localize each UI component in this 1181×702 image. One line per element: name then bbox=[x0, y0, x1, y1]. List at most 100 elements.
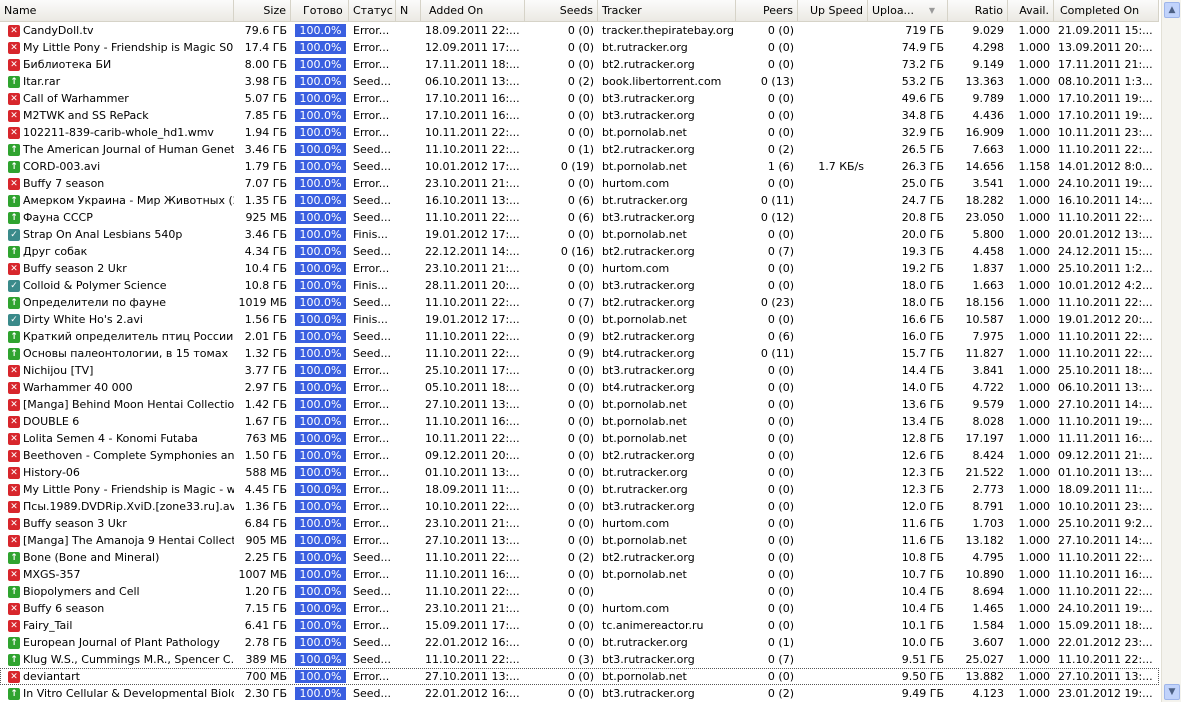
table-row[interactable]: ↑Краткий определитель птиц России и ...1… bbox=[0, 328, 1159, 345]
column-header-ratio[interactable]: Ratio bbox=[948, 0, 1008, 21]
cell-tracker: bt2.rutracker.org bbox=[602, 245, 695, 258]
progress-bar: 100.0% bbox=[295, 245, 346, 258]
cell-size: 1.94 ГБ bbox=[244, 126, 287, 139]
column-header-peers[interactable]: Peers bbox=[736, 0, 798, 21]
scroll-down-button[interactable]: ▼ bbox=[1164, 684, 1180, 700]
table-row[interactable]: ✕ [Manga] The Amanoja 9 Hentai Collection… bbox=[0, 532, 1159, 549]
column-header-tracker[interactable]: Tracker bbox=[598, 0, 736, 21]
column-header-completed-on[interactable]: Completed On bbox=[1054, 0, 1159, 21]
cell-name: European Journal of Plant Pathology bbox=[23, 636, 220, 649]
table-row[interactable]: ↑ CORD-003.avi 100.0% 1.79 ГБ Seed... 10.01.2… bbox=[0, 158, 1159, 175]
cell-seeds: 0 (0) bbox=[567, 687, 594, 700]
column-header-added-on[interactable]: Added On bbox=[421, 0, 525, 21]
cell-status: Error... bbox=[353, 670, 390, 683]
table-row[interactable]: ↑ Фауна СССР 100.0% 925 МБ Seed... 11.10.2011… bbox=[0, 209, 1159, 226]
table-row[interactable]: ✕ MXGS-357 100.0% 1007 МБ Error... 11.10.2011… bbox=[0, 566, 1159, 583]
cell-up-speed bbox=[798, 362, 868, 379]
table-row[interactable]: ↑ The American Journal of Human Genetics 1… bbox=[0, 141, 1159, 158]
cell-peers: 0 (1) bbox=[767, 636, 794, 649]
table-row[interactable]: ✓ Dirty White Ho's 2.avi 100.0% 1.56 ГБ Fini… bbox=[0, 311, 1159, 328]
table-row[interactable]: ✕ Nichijou [TV] 100.0% 3.77 ГБ Error... 25.10… bbox=[0, 362, 1159, 379]
scroll-up-button[interactable]: ▲ bbox=[1164, 2, 1180, 18]
cell-uploaded: 12.8 ГБ bbox=[901, 432, 944, 445]
cell-up-speed bbox=[798, 481, 868, 498]
table-row[interactable]: ✕ Псы.1989.DVDRip.XviD.[zone33.ru].avi 100… bbox=[0, 498, 1159, 515]
table-row[interactable]: ✕ My Little Pony - Friendship is Magic S0… bbox=[0, 39, 1159, 56]
cell-ratio: 2.773 bbox=[972, 483, 1005, 496]
table-row[interactable]: ✕ History-06 100.0% 588 МБ Error... 01.10.201… bbox=[0, 464, 1159, 481]
cell-avail: 1.000 bbox=[1018, 568, 1051, 581]
cell-added-on: 15.09.2011 17:... bbox=[425, 619, 520, 632]
table-row[interactable]: ✓ Strap On Anal Lesbians 540p 100.0% 3.46 Г… bbox=[0, 226, 1159, 243]
cell-uploaded: 10.8 ГБ bbox=[901, 551, 944, 564]
cell-up-speed bbox=[798, 651, 868, 668]
table-row[interactable]: ↑In Vitro Cellular & Developmental Biolo… bbox=[0, 685, 1159, 702]
table-row[interactable]: ✕ CandyDoll.tv 100.0% 79.6 ГБ Error... 18.09.… bbox=[0, 22, 1159, 39]
progress-bar: 100.0% bbox=[295, 330, 346, 343]
cell-avail: 1.000 bbox=[1018, 653, 1051, 666]
cell-completed-on: 10.01.2012 4:2... bbox=[1058, 279, 1153, 292]
cell-tracker: bt.rutracker.org bbox=[602, 466, 688, 479]
cell-ratio: 7.975 bbox=[972, 330, 1005, 343]
cell-added-on: 23.10.2011 21:... bbox=[425, 262, 520, 275]
cell-peers: 0 (0) bbox=[767, 41, 794, 54]
cell-name: Biopolymers and Cell bbox=[23, 585, 140, 598]
table-row[interactable]: ✕ Buffy season 2 Ukr 100.0% 10.4 ГБ Error...… bbox=[0, 260, 1159, 277]
table-row[interactable]: ✕ Lolita Semen 4 - Konomi Futaba 100.0% 763… bbox=[0, 430, 1159, 447]
cell-added-on: 06.10.2011 13:... bbox=[425, 75, 520, 88]
cell-seeds: 0 (16) bbox=[560, 245, 594, 258]
cell-avail: 1.000 bbox=[1018, 602, 1051, 615]
table-row[interactable]: ✕ Buffy season 3 Ukr 100.0% 6.84 ГБ Error...… bbox=[0, 515, 1159, 532]
table-row[interactable]: ↑ European Journal of Plant Pathology 100.… bbox=[0, 634, 1159, 651]
table-row[interactable]: ✕ My Little Pony - Friendship is Magic - … bbox=[0, 481, 1159, 498]
table-row[interactable]: ✕ 102211-839-carib-whole_hd1.wmv 100.0% 1.9… bbox=[0, 124, 1159, 141]
column-header-size[interactable]: Size bbox=[234, 0, 291, 21]
cell-status: Error... bbox=[353, 466, 390, 479]
table-row[interactable]: ✕ [Manga] Behind Moon Hentai Collection 10… bbox=[0, 396, 1159, 413]
table-row[interactable]: ↑ Itar.rar 100.0% 3.98 ГБ Seed... 06.10.2011 … bbox=[0, 73, 1159, 90]
cell-avail: 1.158 bbox=[1018, 160, 1051, 173]
table-row[interactable]: ✕ Библиотека БИ 100.0% 8.00 ГБ Error... 17.11… bbox=[0, 56, 1159, 73]
column-header-status[interactable]: Статус bbox=[349, 0, 396, 21]
cell-avail: 1.000 bbox=[1018, 585, 1051, 598]
table-row[interactable]: ↑ Bone (Bone and Mineral) 100.0% 2.25 ГБ See… bbox=[0, 549, 1159, 566]
cell-size: 700 МБ bbox=[245, 670, 287, 683]
table-row[interactable]: ↑ Определители по фауне 100.0% 1019 МБ Seed.… bbox=[0, 294, 1159, 311]
table-row[interactable]: ✕ DOUBLE 6 100.0% 1.67 ГБ Error... 11.10.2011… bbox=[0, 413, 1159, 430]
cell-added-on: 18.09.2011 11:... bbox=[425, 483, 520, 496]
cell-uploaded: 9.50 ГБ bbox=[901, 670, 944, 683]
table-row[interactable]: ✕ M2TWK and SS RePack 100.0% 7.85 ГБ Error..… bbox=[0, 107, 1159, 124]
column-header-n[interactable]: N bbox=[396, 0, 421, 21]
table-row[interactable]: ↑ Амерком Украина - Мир Животных (20... 10… bbox=[0, 192, 1159, 209]
table-row[interactable]: ↑ Основы палеонтологии, в 15 томах 100.0% 1… bbox=[0, 345, 1159, 362]
column-header-avail[interactable]: Avail. bbox=[1008, 0, 1054, 21]
cell-size: 2.78 ГБ bbox=[244, 636, 287, 649]
cell-uploaded: 10.0 ГБ bbox=[901, 636, 944, 649]
cell-added-on: 09.12.2011 20:... bbox=[425, 449, 520, 462]
table-row[interactable]: ↑ Klug W.S., Cummings M.R., Spencer C.A..… bbox=[0, 651, 1159, 668]
column-header-done[interactable]: Готово bbox=[291, 0, 349, 21]
torrent-list[interactable]: ✕ CandyDoll.tv 100.0% 79.6 ГБ Error... 18.09.… bbox=[0, 22, 1159, 702]
column-header-name[interactable]: Name bbox=[0, 0, 234, 21]
table-row[interactable]: ✕ Fairy_Tail 100.0% 6.41 ГБ Error... 15.09.20… bbox=[0, 617, 1159, 634]
table-row[interactable]: ✕ deviantart 100.0% 700 МБ Error... 27.10.201… bbox=[0, 668, 1159, 685]
table-row[interactable]: ✕ Warhammer 40 000 100.0% 2.97 ГБ Error... 05… bbox=[0, 379, 1159, 396]
table-row[interactable]: ↑ Biopolymers and Cell 100.0% 1.20 ГБ Seed..… bbox=[0, 583, 1159, 600]
cell-size: 1.50 ГБ bbox=[244, 449, 287, 462]
cell-completed-on: 25.10.2011 18:... bbox=[1058, 364, 1153, 377]
table-row[interactable]: ✕ Buffy 7 season 100.0% 7.07 ГБ Error... 23.1… bbox=[0, 175, 1159, 192]
table-row[interactable]: ✓ Colloid & Polymer Science 100.0% 10.8 ГБ F… bbox=[0, 277, 1159, 294]
cell-name: MXGS-357 bbox=[23, 568, 81, 581]
table-row[interactable]: ✕ Beethoven - Complete Symphonies and ...… bbox=[0, 447, 1159, 464]
column-header-up-speed[interactable]: Up Speed bbox=[798, 0, 868, 21]
cell-seeds: 0 (1) bbox=[567, 143, 594, 156]
vertical-scrollbar[interactable]: ▲ ▼ bbox=[1161, 0, 1181, 702]
column-header-seeds[interactable]: Seeds bbox=[525, 0, 598, 21]
table-row[interactable]: ✕ Call of Warhammer 100.0% 5.07 ГБ Error... 1… bbox=[0, 90, 1159, 107]
table-row[interactable]: ↑ Друг собак 100.0% 4.34 ГБ Seed... 22.12.201… bbox=[0, 243, 1159, 260]
cell-tracker: hurtom.com bbox=[602, 517, 670, 530]
table-row[interactable]: ✕ Buffy 6 season 100.0% 7.15 ГБ Error... 23.1… bbox=[0, 600, 1159, 617]
cell-up-speed bbox=[798, 22, 868, 39]
cell-seeds: 0 (7) bbox=[567, 296, 594, 309]
column-header-uploaded[interactable]: Uploa... ▼ bbox=[868, 0, 948, 21]
